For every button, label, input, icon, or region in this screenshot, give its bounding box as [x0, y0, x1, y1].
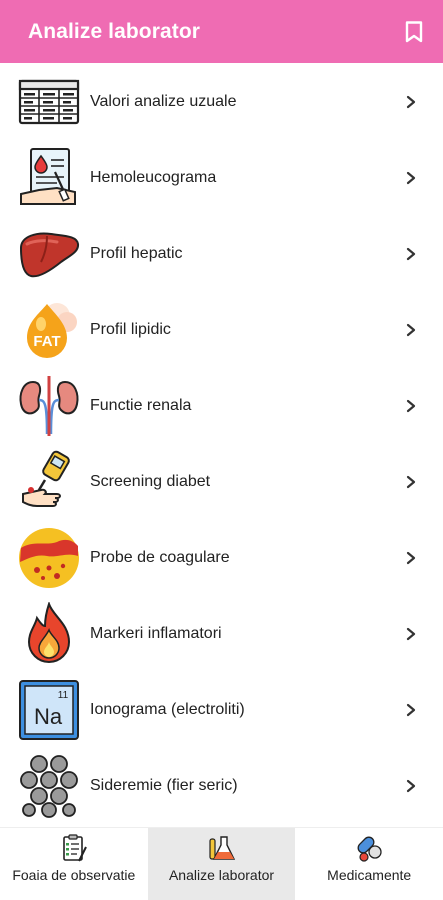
- chevron-right-icon: [406, 323, 416, 337]
- list-item-label: Markeri inflamatori: [90, 625, 222, 642]
- nav-analize-laborator[interactable]: Analize laborator: [147, 828, 296, 900]
- list-item-sideremie[interactable]: Sideremie (fier seric): [0, 748, 443, 824]
- app-bar: Analize laborator: [0, 0, 443, 63]
- analysis-list: Valori analize uzuale Hemoleucograma Pro…: [0, 64, 443, 827]
- glucometer-icon: [16, 449, 82, 515]
- chevron-right-icon: [406, 779, 416, 793]
- blood-test-report-icon: [16, 145, 82, 211]
- list-item-label: Functie renala: [90, 397, 192, 414]
- list-item-functie-renala[interactable]: Functie renala: [0, 368, 443, 444]
- sodium-element-icon: 11 Na: [16, 677, 82, 743]
- fire-icon: [16, 601, 82, 667]
- chevron-right-icon: [406, 703, 416, 717]
- nav-foaia-de-observatie[interactable]: Foaia de observatie: [0, 828, 148, 900]
- list-item-label: Screening diabet: [90, 473, 211, 490]
- list-item-hemoleucograma[interactable]: Hemoleucograma: [0, 140, 443, 216]
- list-item-probe-coagulare[interactable]: Probe de coagulare: [0, 520, 443, 596]
- svg-text:11: 11: [58, 690, 69, 701]
- bottom-navigation: Foaia de observatie Analize laborator Me…: [0, 827, 443, 900]
- list-item-label: Profil hepatic: [90, 245, 183, 262]
- bookmark-icon[interactable]: [402, 17, 426, 47]
- list-item-profil-hepatic[interactable]: Profil hepatic: [0, 216, 443, 292]
- list-item-ionograma[interactable]: 11 Na Ionograma (electroliti): [0, 672, 443, 748]
- list-item-markeri-inflamatori[interactable]: Markeri inflamatori: [0, 596, 443, 672]
- table-icon: [16, 69, 82, 135]
- list-item-label: Ionograma (electroliti): [90, 701, 245, 718]
- nav-medicamente[interactable]: Medicamente: [295, 828, 443, 900]
- iron-atoms-icon: [16, 753, 82, 819]
- clipboard-icon: [63, 834, 87, 862]
- chevron-right-icon: [406, 475, 416, 489]
- svg-text:Na: Na: [34, 704, 63, 729]
- list-item-profil-lipidic[interactable]: FAT Profil lipidic: [0, 292, 443, 368]
- nav-label: Foaia de observatie: [12, 867, 136, 883]
- pills-icon: [357, 836, 382, 862]
- chevron-right-icon: [406, 627, 416, 641]
- list-item-label: Probe de coagulare: [90, 549, 230, 566]
- page-title: Analize laborator: [28, 19, 201, 43]
- blood-clot-icon: [16, 525, 82, 591]
- list-item-screening-diabet[interactable]: Screening diabet: [0, 444, 443, 520]
- kidneys-icon: [16, 373, 82, 439]
- list-item-valori-analize[interactable]: Valori analize uzuale: [0, 64, 443, 140]
- lab-flask-icon: [208, 836, 235, 860]
- chevron-right-icon: [406, 171, 416, 185]
- nav-label: Medicamente: [327, 867, 412, 883]
- list-item-label: Valori analize uzuale: [90, 93, 237, 110]
- chevron-right-icon: [406, 247, 416, 261]
- liver-icon: [16, 221, 82, 287]
- chevron-right-icon: [406, 551, 416, 565]
- fat-icon: FAT: [16, 297, 82, 363]
- svg-text:FAT: FAT: [33, 333, 60, 350]
- chevron-right-icon: [406, 95, 416, 109]
- chevron-right-icon: [406, 399, 416, 413]
- list-item-label: Sideremie (fier seric): [90, 777, 238, 794]
- list-item-label: Hemoleucograma: [90, 169, 217, 186]
- nav-label: Analize laborator: [168, 867, 275, 883]
- list-item-label: Profil lipidic: [90, 321, 171, 338]
